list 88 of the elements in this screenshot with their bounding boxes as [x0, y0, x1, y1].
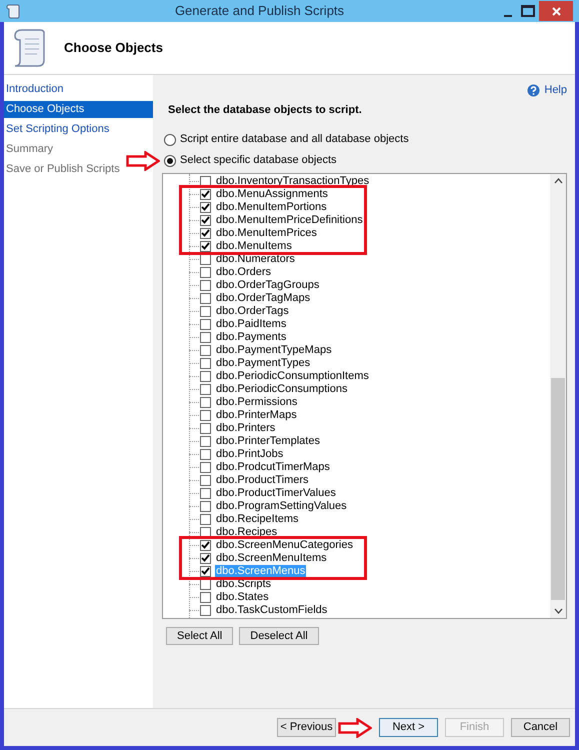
checkbox[interactable]: [200, 474, 211, 486]
object-name[interactable]: dbo.PeriodicConsumptionItems: [215, 370, 370, 382]
object-name[interactable]: dbo.OrderTagGroups: [215, 279, 320, 291]
checkbox[interactable]: [200, 266, 211, 278]
wizard-button[interactable]: < Previous: [277, 718, 336, 737]
checkbox[interactable]: [200, 500, 211, 512]
radio-button[interactable]: [164, 154, 176, 166]
checkbox[interactable]: [200, 214, 211, 226]
scroll-icon: [6, 3, 20, 19]
object-name[interactable]: dbo.Permissions: [215, 396, 298, 408]
object-name[interactable]: dbo.MenuItemPortions: [215, 201, 328, 213]
radio-label: Script entire database and all database objects: [180, 132, 409, 148]
object-name[interactable]: dbo.PaidItems: [215, 318, 288, 330]
checkbox[interactable]: [200, 488, 211, 498]
object-name[interactable]: dbo.PaymentTypes: [215, 357, 312, 369]
object-name[interactable]: dbo.Recipes: [215, 526, 278, 538]
help-icon: [527, 84, 540, 96]
checkbox[interactable]: [200, 384, 211, 394]
object-name[interactable]: dbo.Scripts: [215, 578, 272, 590]
object-name[interactable]: dbo.ProdcutTimerMaps: [215, 461, 331, 473]
help-link[interactable]: Help: [527, 81, 567, 99]
object-name[interactable]: dbo.PrinterMaps: [215, 409, 298, 421]
object-name[interactable]: dbo.Payments: [215, 331, 288, 343]
object-name[interactable]: dbo.MenuAssignments: [215, 188, 329, 200]
object-name[interactable]: dbo.MenuItems: [215, 240, 293, 252]
list-button[interactable]: Select All: [166, 626, 234, 644]
checkbox[interactable]: [200, 332, 211, 342]
checkbox[interactable]: [200, 280, 211, 290]
object-name[interactable]: dbo.MenuItemPrices: [215, 227, 318, 239]
checkbox[interactable]: [200, 396, 211, 408]
list-button[interactable]: Deselect All: [239, 626, 319, 644]
page-title: Choose Objects: [64, 39, 163, 58]
close-icon: [552, 6, 560, 16]
checkbox[interactable]: [200, 604, 211, 616]
scrollbar[interactable]: [550, 174, 566, 618]
object-name[interactable]: dbo.ProductTimerValues: [215, 487, 337, 499]
window-title: Generate and Publish Scripts: [174, 2, 346, 20]
object-name[interactable]: dbo.OrderTagMaps: [215, 292, 312, 304]
object-name[interactable]: dbo.ProgramSettingValues: [215, 500, 348, 512]
checkbox[interactable]: [200, 514, 211, 524]
object-name[interactable]: dbo.MenuItemPriceDefinitions: [215, 214, 364, 226]
checkbox[interactable]: [200, 462, 211, 472]
checkbox[interactable]: [200, 176, 211, 186]
sidebar-item[interactable]: Set Scripting Options: [4, 121, 112, 138]
checkbox[interactable]: [200, 436, 211, 446]
close-button[interactable]: [539, 1, 573, 21]
object-name[interactable]: dbo.Numerators: [215, 253, 296, 265]
wizard-button[interactable]: Next >: [379, 718, 438, 737]
maximize-button[interactable]: [521, 5, 535, 17]
checkbox[interactable]: [200, 422, 211, 434]
object-name[interactable]: dbo.PeriodicConsumptions: [215, 383, 348, 395]
object-name[interactable]: dbo.OrderTags: [215, 305, 290, 317]
object-name[interactable]: dbo.ScreenMenuItems: [215, 552, 328, 564]
object-name[interactable]: dbo.RecipeItems: [215, 513, 300, 525]
object-name[interactable]: dbo.ScreenMenuCategories: [215, 539, 354, 551]
instruction-text: Select the database objects to script.: [168, 103, 363, 118]
object-name[interactable]: dbo.PaymentTypeMaps: [215, 344, 333, 356]
checkbox[interactable]: [200, 188, 211, 200]
object-name[interactable]: dbo.TaskCustomFields: [215, 604, 328, 616]
checkbox[interactable]: [200, 370, 211, 382]
radio-button[interactable]: [164, 134, 176, 146]
checkbox[interactable]: [200, 358, 211, 368]
radio-label: Select specific database objects: [180, 153, 337, 168]
object-name[interactable]: dbo.States: [215, 591, 270, 603]
checkbox[interactable]: [200, 410, 211, 420]
checkbox[interactable]: [200, 202, 211, 212]
object-name[interactable]: dbo.ProductTimers: [215, 474, 310, 486]
checkbox[interactable]: [200, 228, 211, 238]
checkbox[interactable]: [200, 240, 211, 252]
object-name[interactable]: dbo.Orders: [215, 266, 272, 278]
checkbox[interactable]: [200, 448, 211, 460]
sidebar-item[interactable]: Choose Objects: [4, 101, 153, 118]
object-name[interactable]: dbo.Printers: [215, 422, 276, 434]
checkbox[interactable]: [200, 526, 211, 538]
checkbox[interactable]: [200, 552, 211, 564]
checkbox[interactable]: [200, 344, 211, 356]
checkbox[interactable]: [200, 292, 211, 304]
checkbox[interactable]: [200, 306, 211, 316]
checkbox[interactable]: [200, 540, 211, 550]
wizard-button[interactable]: Cancel: [511, 718, 570, 737]
object-name[interactable]: dbo.PrinterTemplates: [215, 435, 321, 447]
checkbox[interactable]: [200, 318, 211, 330]
checkbox[interactable]: [200, 566, 211, 576]
scroll-icon: [12, 27, 48, 69]
object-name[interactable]: dbo.PrintJobs: [215, 448, 284, 460]
sidebar-item[interactable]: Introduction: [4, 81, 66, 98]
object-name[interactable]: dbo.InventoryTransactionTypes: [215, 175, 370, 187]
checkbox[interactable]: [200, 592, 211, 602]
